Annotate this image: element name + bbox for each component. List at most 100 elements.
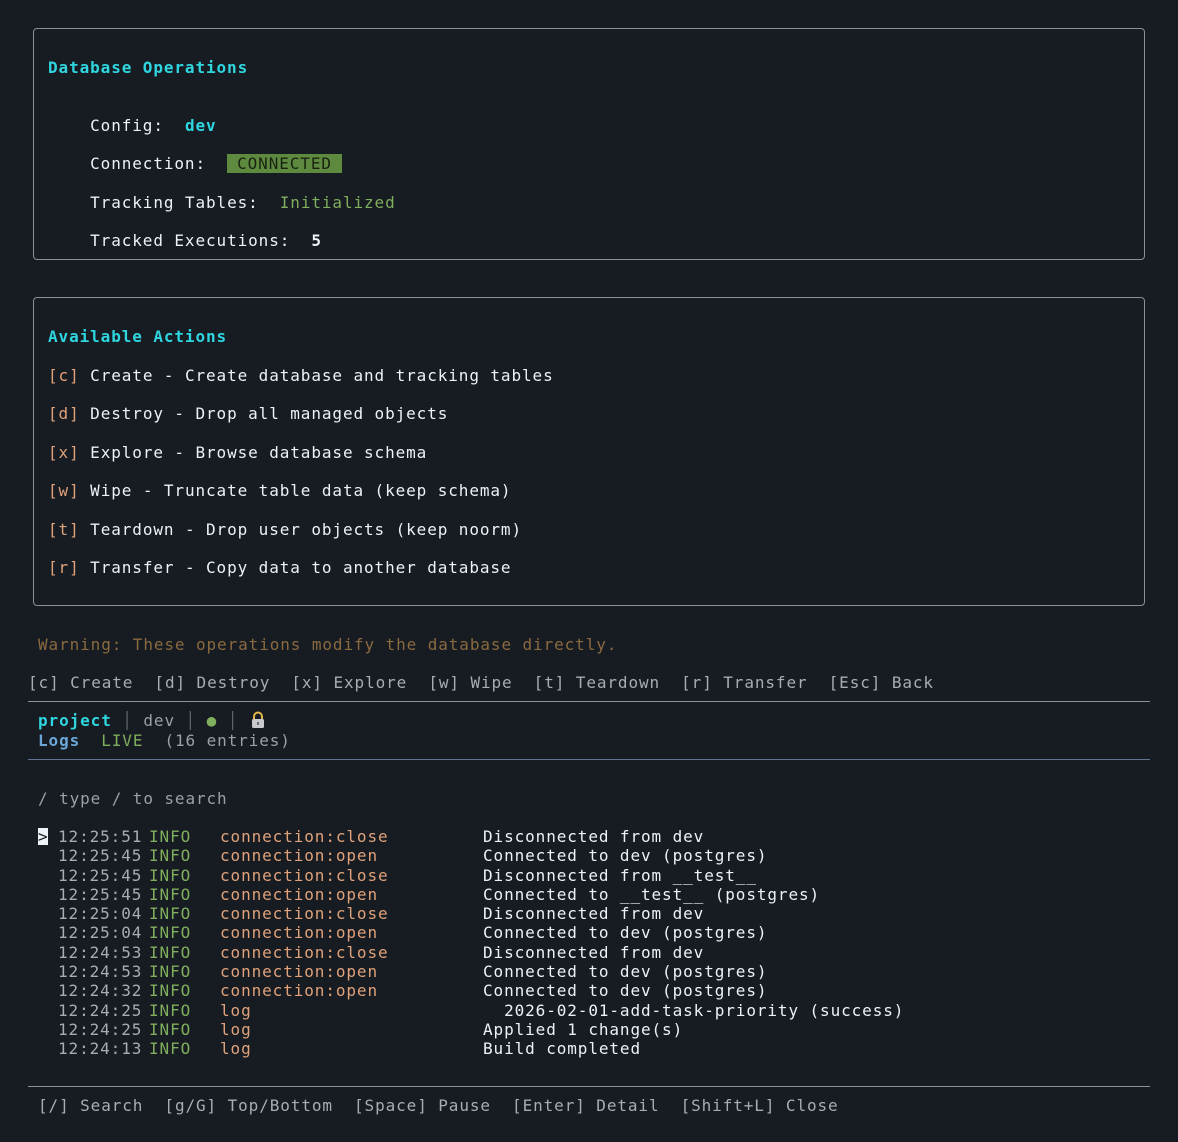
- action-description: Wipe - Truncate table data (keep schema): [90, 481, 512, 500]
- status-line: project │ dev │ ● │: [38, 711, 267, 730]
- log-message: Connected to __test__ (postgres): [483, 884, 821, 904]
- log-level: INFO: [149, 942, 192, 962]
- log-row[interactable]: 12:24:53 INFO connection:open Connected to …: [38, 962, 1138, 981]
- log-event: connection:close: [220, 865, 389, 885]
- log-level: INFO: [149, 923, 192, 943]
- log-message: Disconnected from dev: [483, 904, 705, 924]
- log-level: INFO: [149, 1019, 192, 1039]
- log-row[interactable]: 12:25:04 INFO connection:close Disconnected…: [38, 904, 1138, 923]
- action-description: Create - Create database and tracking ta…: [90, 366, 554, 385]
- log-level: INFO: [149, 846, 192, 866]
- actions-title: Available Actions: [48, 327, 228, 346]
- log-row[interactable]: 12:24:53 INFO connection:close Disconnected…: [38, 943, 1138, 962]
- log-row[interactable]: 12:25:45 INFO connection:open Connected to …: [38, 885, 1138, 904]
- log-level: INFO: [149, 904, 192, 924]
- config-label: Config:: [90, 116, 164, 135]
- log-message: Connected to dev (postgres): [483, 923, 768, 943]
- divider: [28, 701, 1150, 702]
- connection-dot-icon: ●: [206, 711, 218, 730]
- available-actions-panel: Available Actions [c] Create - Create da…: [33, 297, 1145, 606]
- log-row[interactable]: 12:25:45 INFO connection:close Disconnected…: [38, 866, 1138, 885]
- log-event: connection:close: [220, 904, 389, 924]
- tracking-label: Tracking Tables:: [90, 193, 259, 212]
- config-value: dev: [184, 116, 217, 135]
- hint-detail[interactable]: [Enter] Detail: [512, 1096, 659, 1115]
- log-row[interactable]: 12:24:25 INFO log 2026-02-01-add-task-prio…: [38, 1001, 1138, 1020]
- cursor-indicator: >: [38, 827, 49, 846]
- log-message: Connected to dev (postgres): [483, 962, 768, 982]
- log-row[interactable]: 12:24:25 INFO log Applied 1 change(s): [38, 1020, 1138, 1039]
- shortcut-explore[interactable]: [x] Explore: [291, 673, 407, 692]
- log-time: 12:24:13: [58, 1039, 143, 1059]
- log-event: log: [220, 1039, 252, 1059]
- log-event: connection:open: [220, 846, 378, 866]
- log-level: INFO: [149, 865, 192, 885]
- action-create[interactable]: [c] Create - Create database and trackin…: [48, 366, 554, 385]
- action-key: [x]: [48, 443, 80, 462]
- shortcut-teardown[interactable]: [t] Teardown: [534, 673, 660, 692]
- action-description: Transfer - Copy data to another database: [90, 558, 512, 577]
- action-transfer[interactable]: [r] Transfer - Copy data to another data…: [48, 558, 511, 577]
- log-time: 12:25:45: [58, 884, 143, 904]
- log-event: connection:close: [220, 942, 389, 962]
- warning-message: Warning: These operations modify the dat…: [38, 635, 618, 654]
- log-time: 12:24:53: [58, 962, 143, 982]
- action-key: [c]: [48, 366, 80, 385]
- executions-row: Tracked Executions: 5: [48, 212, 322, 269]
- footer-hints: [/] Search [g/G] Top/Bottom [Space] Paus…: [38, 1096, 839, 1115]
- log-time: 12:24:25: [58, 1019, 143, 1039]
- action-explore[interactable]: [x] Explore - Browse database schema: [48, 443, 427, 462]
- separator: │: [122, 711, 133, 730]
- action-key: [t]: [48, 520, 80, 539]
- divider: [28, 1086, 1150, 1087]
- log-event: log: [220, 1000, 252, 1020]
- log-time: 12:24:25: [58, 1000, 143, 1020]
- log-message: Disconnected from dev: [483, 827, 705, 846]
- shortcut-bar: [c] Create [d] Destroy [x] Explore [w] W…: [28, 673, 934, 692]
- shortcut-transfer[interactable]: [r] Transfer: [681, 673, 807, 692]
- log-level: INFO: [149, 1039, 192, 1059]
- hint-top-bottom[interactable]: [g/G] Top/Bottom: [164, 1096, 333, 1115]
- log-time: 12:25:04: [58, 904, 143, 924]
- hint-pause[interactable]: [Space] Pause: [354, 1096, 491, 1115]
- search-input[interactable]: / type / to search: [38, 789, 228, 808]
- log-row[interactable]: 12:24:32 INFO connection:open Connected to …: [38, 981, 1138, 1000]
- log-message: Disconnected from dev: [483, 942, 705, 962]
- action-description: Explore - Browse database schema: [90, 443, 428, 462]
- log-message: Applied 1 change(s): [483, 1019, 684, 1039]
- shortcut-create[interactable]: [c] Create: [28, 673, 133, 692]
- log-message: Connected to dev (postgres): [483, 981, 768, 1001]
- log-row[interactable]: 12:25:04 INFO connection:open Connected to …: [38, 923, 1138, 942]
- shortcut-destroy[interactable]: [d] Destroy: [154, 673, 270, 692]
- database-operations-panel: Database Operations Config: dev Connecti…: [33, 28, 1145, 260]
- connection-status-badge: CONNECTED: [227, 154, 342, 173]
- action-key: [r]: [48, 558, 80, 577]
- log-event: connection:open: [220, 962, 378, 982]
- action-teardown[interactable]: [t] Teardown - Drop user objects (keep n…: [48, 520, 522, 539]
- log-message: Connected to dev (postgres): [483, 846, 768, 866]
- log-row[interactable]: 12:24:13 INFO log Build completed: [38, 1039, 1138, 1058]
- separator: │: [227, 711, 239, 730]
- log-event: connection:open: [220, 981, 378, 1001]
- action-destroy[interactable]: [d] Destroy - Drop all managed objects: [48, 404, 448, 423]
- log-message: Disconnected from __test__: [483, 865, 757, 885]
- logs-label: Logs: [38, 731, 81, 750]
- connection-label: Connection:: [90, 154, 207, 173]
- action-wipe[interactable]: [w] Wipe - Truncate table data (keep sch…: [48, 481, 511, 500]
- action-description: Teardown - Drop user objects (keep noorm…: [90, 520, 523, 539]
- log-time: 12:25:51: [58, 827, 143, 846]
- shortcut-back[interactable]: [Esc] Back: [829, 673, 934, 692]
- hint-search[interactable]: [/] Search: [38, 1096, 143, 1115]
- shortcut-wipe[interactable]: [w] Wipe: [428, 673, 512, 692]
- log-event: log: [220, 1019, 252, 1039]
- lock-icon: [249, 711, 267, 729]
- live-indicator: LIVE: [101, 731, 144, 750]
- executions-value: 5: [311, 231, 322, 250]
- hint-close[interactable]: [Shift+L] Close: [681, 1096, 839, 1115]
- executions-label: Tracked Executions:: [90, 231, 291, 250]
- log-row[interactable]: 12:25:45 INFO connection:open Connected to …: [38, 846, 1138, 865]
- log-time: 12:24:32: [58, 981, 143, 1001]
- log-row[interactable]: >12:25:51 INFO connection:close Disconnecte…: [38, 827, 1138, 846]
- project-name: project: [38, 711, 112, 730]
- action-key: [d]: [48, 404, 80, 423]
